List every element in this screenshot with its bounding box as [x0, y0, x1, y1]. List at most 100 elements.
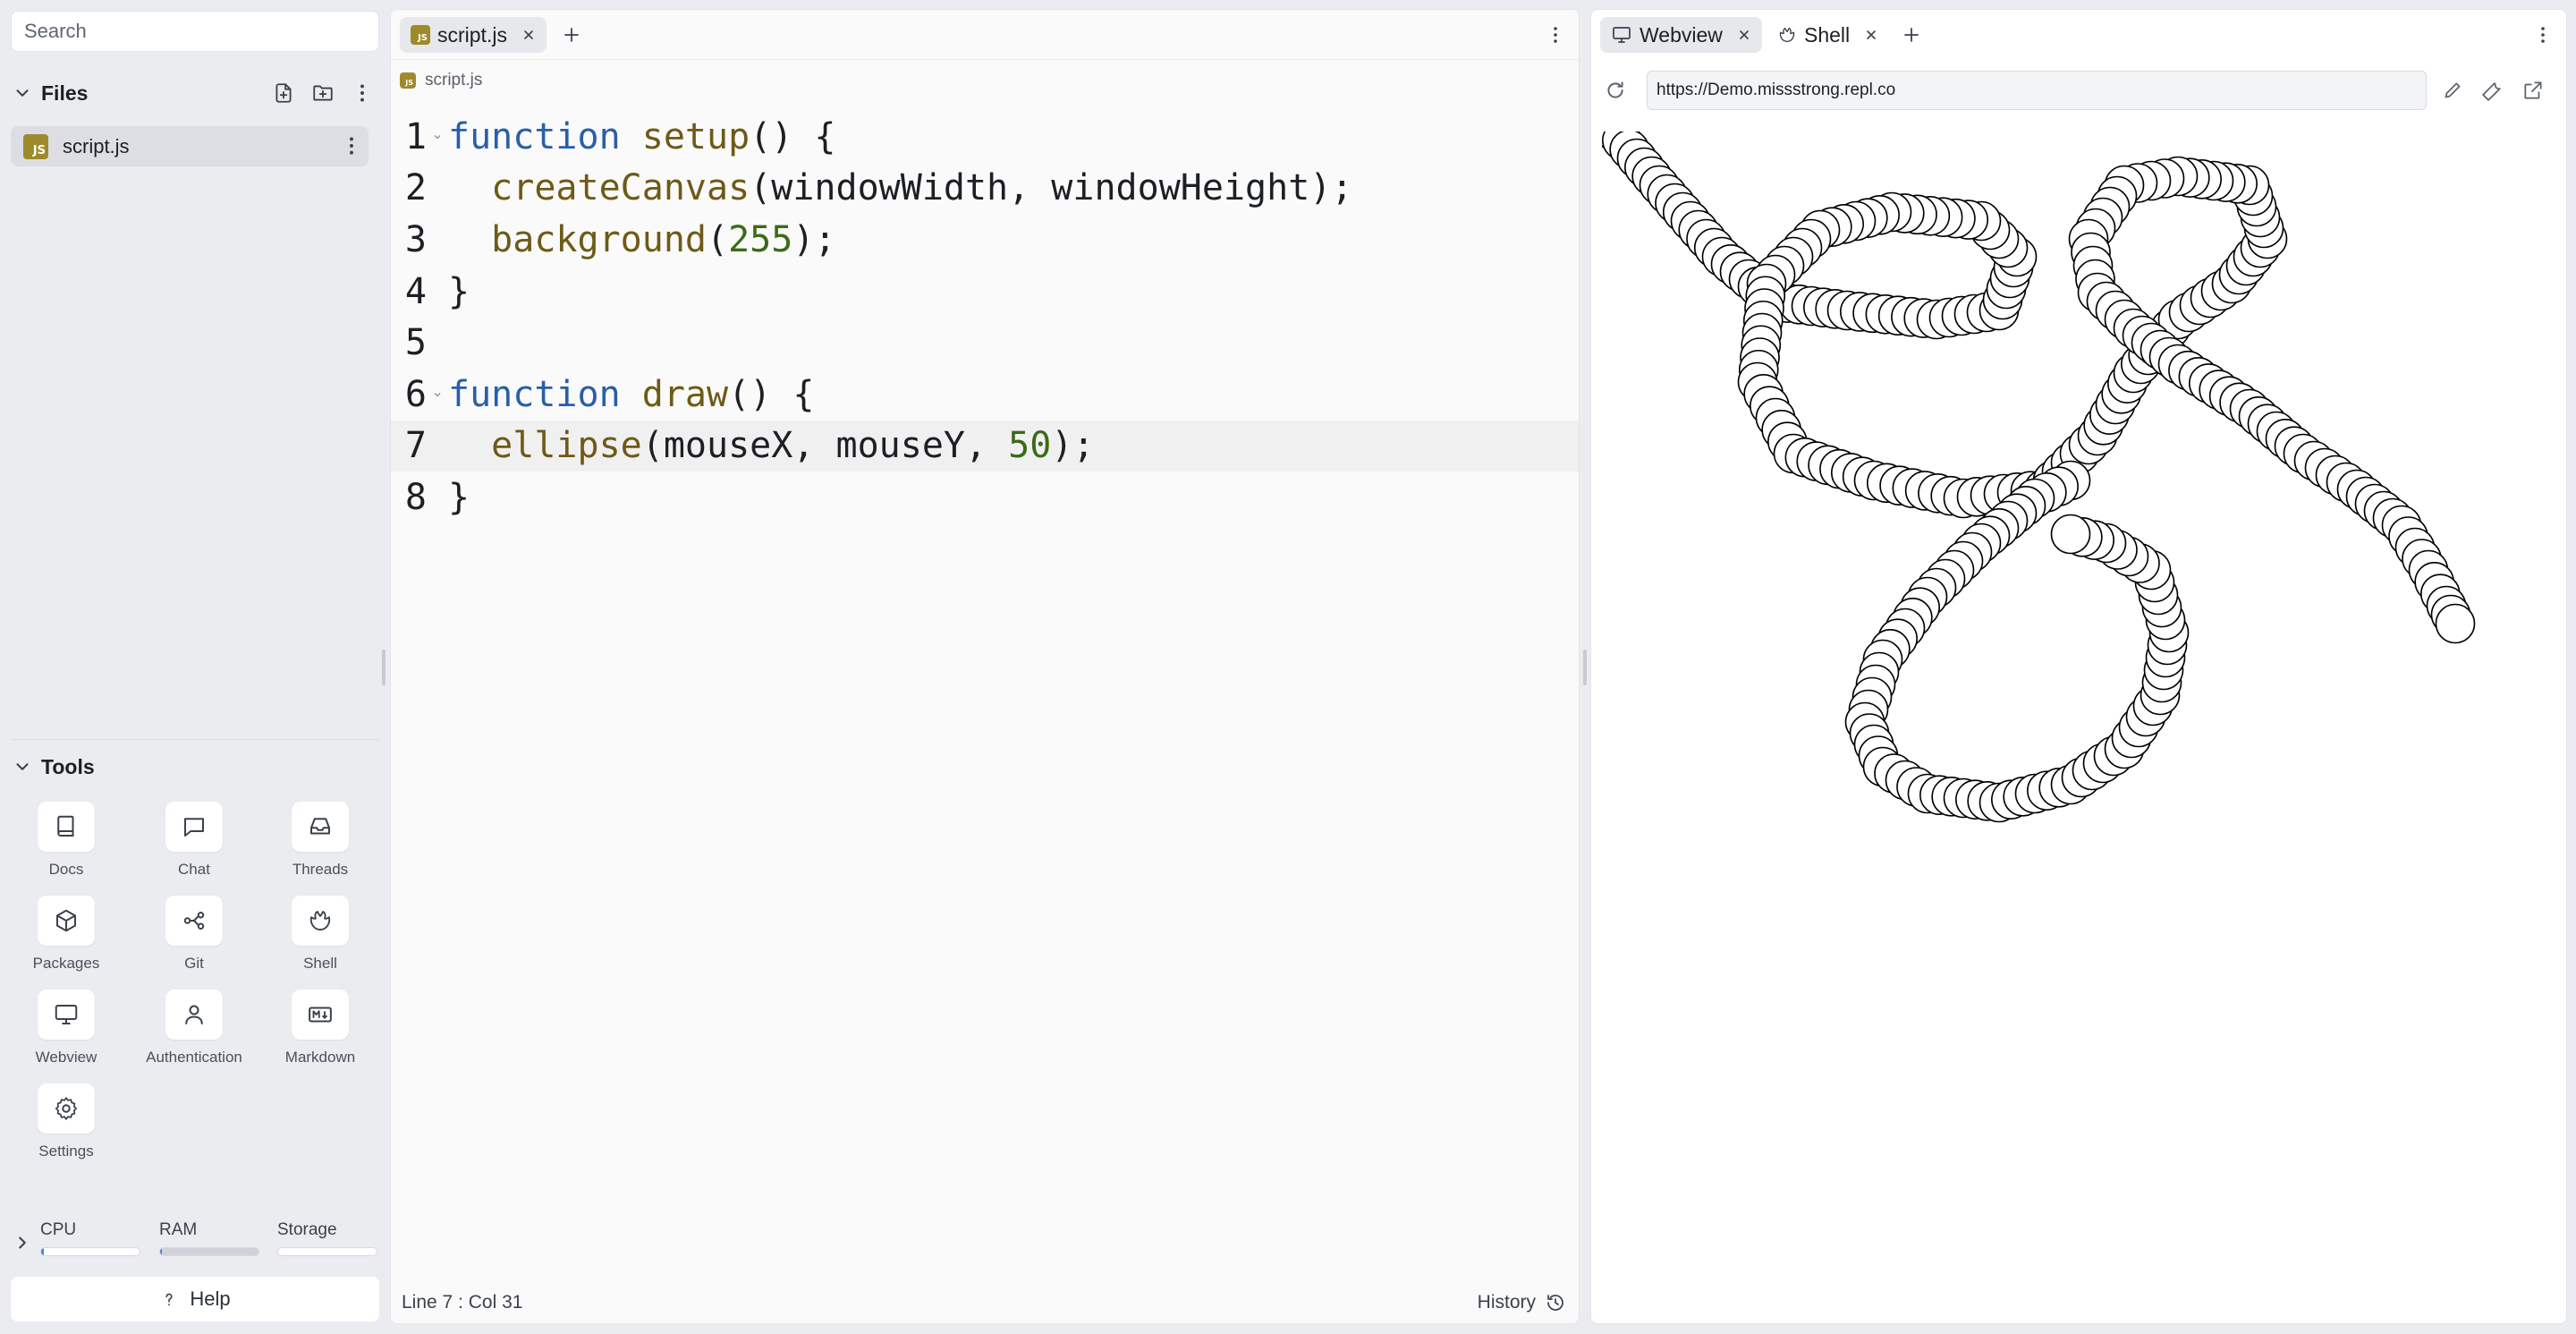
- js-file-icon: JS: [23, 133, 48, 159]
- inbox-icon: [310, 818, 330, 835]
- breadcrumb[interactable]: JS script.js: [400, 69, 482, 92]
- code-line: 6 function draw() {: [391, 369, 1579, 421]
- plus-icon[interactable]: [561, 24, 582, 46]
- external-link-icon[interactable]: [2521, 79, 2545, 102]
- close-icon[interactable]: [521, 28, 536, 42]
- tool-shell[interactable]: Shell: [253, 896, 387, 985]
- code-function-name: createCanvas: [491, 167, 750, 209]
- tool-git[interactable]: Git: [127, 896, 261, 985]
- tab-webview[interactable]: Webview: [1600, 17, 1762, 53]
- shell-icon: [1779, 27, 1795, 43]
- line-number: 4: [404, 270, 427, 312]
- more-icon[interactable]: [2532, 24, 2554, 46]
- code-editor[interactable]: 1 function setup() { 2 createCanvas(wind…: [391, 111, 1579, 523]
- pane-resize-handle[interactable]: [1583, 650, 1587, 685]
- close-icon[interactable]: [1864, 28, 1878, 42]
- line-number: 6: [404, 373, 427, 415]
- book-icon: [57, 815, 74, 837]
- wrench-icon[interactable]: [2481, 79, 2504, 102]
- tool-webview[interactable]: Webview: [0, 990, 133, 1079]
- new-folder-icon[interactable]: [311, 81, 335, 105]
- code-text: () {: [728, 373, 815, 415]
- cursor-position[interactable]: Line 7 : Col 31: [402, 1292, 522, 1313]
- package-icon: [56, 909, 76, 932]
- refresh-icon[interactable]: [1604, 79, 1627, 102]
- ellipse-mark: [2435, 603, 2476, 644]
- history-icon: [1547, 1295, 1563, 1311]
- webview-pane: Webview Shell https://Demo.missstrong.re…: [1590, 9, 2567, 1324]
- tool-settings[interactable]: Settings: [0, 1083, 133, 1173]
- search-placeholder: Search: [24, 20, 87, 42]
- cpu-bar-fill: [41, 1248, 45, 1255]
- code-text: () {: [750, 115, 836, 157]
- code-line: 4 }: [391, 266, 1579, 318]
- chat-icon: [184, 818, 204, 837]
- chevron-right-icon[interactable]: [13, 1233, 32, 1253]
- status-bar: Line 7 : Col 31 History: [391, 1282, 1579, 1323]
- close-icon[interactable]: [1737, 28, 1751, 42]
- url-bar: https://Demo.missstrong.repl.co: [1591, 71, 2566, 114]
- pencil-icon[interactable]: [2441, 79, 2464, 102]
- fold-chevron-icon[interactable]: [427, 389, 448, 400]
- tool-label: Chat: [178, 861, 210, 878]
- code-text: (windowWidth, windowHeight);: [750, 167, 1353, 209]
- code-keyword: function: [448, 115, 621, 157]
- code-text: );: [1051, 425, 1095, 467]
- tool-label: Authentication: [146, 1049, 242, 1066]
- tools-section-header[interactable]: Tools: [13, 749, 374, 785]
- tool-authentication[interactable]: Authentication: [127, 990, 261, 1079]
- tool-label: Webview: [35, 1049, 97, 1066]
- history-label: History: [1477, 1292, 1536, 1313]
- tool-label: Settings: [38, 1143, 94, 1160]
- ram-meter: RAM: [159, 1220, 259, 1256]
- tool-packages[interactable]: Packages: [0, 896, 133, 985]
- shell-icon: [309, 911, 331, 930]
- files-menu-icon[interactable]: [351, 81, 374, 105]
- file-item-script-js[interactable]: JS script.js: [11, 126, 369, 166]
- history-button[interactable]: History: [1478, 1292, 1566, 1313]
- help-label: Help: [190, 1287, 231, 1310]
- cpu-label: CPU: [40, 1220, 77, 1239]
- monitor-icon: [55, 1005, 78, 1024]
- fold-chevron-icon[interactable]: [427, 132, 448, 142]
- js-file-icon: JS: [411, 25, 430, 45]
- sidebar-resize-handle[interactable]: [382, 650, 386, 685]
- code-line: 3 background(255);: [391, 214, 1579, 266]
- help-button[interactable]: Help: [11, 1277, 379, 1321]
- tool-label: Threads: [292, 861, 349, 878]
- url-text: https://Demo.missstrong.repl.co: [1657, 81, 1896, 99]
- tool-threads[interactable]: Threads: [253, 802, 387, 891]
- files-title: Files: [41, 81, 89, 105]
- file-menu-icon[interactable]: [340, 134, 363, 157]
- markdown-icon: [309, 1007, 332, 1023]
- tab-shell[interactable]: Shell: [1767, 17, 1889, 53]
- ellipse-trail: [1602, 132, 2476, 823]
- code-function-name: setup: [641, 115, 750, 157]
- line-number: 7: [404, 425, 427, 467]
- tab-script-js[interactable]: JS script.js: [400, 17, 547, 53]
- new-file-icon[interactable]: [272, 81, 295, 105]
- more-icon[interactable]: [1545, 24, 1566, 46]
- resource-usage[interactable]: CPU RAM Storage: [13, 1220, 379, 1265]
- git-icon: [183, 912, 205, 930]
- user-icon: [185, 1005, 203, 1024]
- plus-icon[interactable]: [1901, 24, 1922, 46]
- code-function-name: draw: [641, 373, 729, 415]
- files-section-header[interactable]: Files: [13, 75, 374, 111]
- tool-markdown[interactable]: Markdown: [253, 990, 387, 1079]
- search-input[interactable]: Search: [11, 11, 379, 52]
- editor-pane: JS script.js JS script.js 1 function set…: [390, 9, 1580, 1324]
- tool-docs[interactable]: Docs: [0, 802, 133, 891]
- chevron-down-icon: [16, 763, 29, 770]
- tool-label: Docs: [48, 861, 84, 878]
- code-text: }: [448, 476, 470, 518]
- p5-canvas[interactable]: [1602, 132, 2559, 1313]
- tool-chat[interactable]: Chat: [127, 802, 261, 891]
- tool-label: Markdown: [284, 1049, 356, 1066]
- file-name: script.js: [63, 134, 130, 157]
- tab-label: Shell: [1804, 22, 1851, 47]
- ram-bar-fill: [160, 1248, 163, 1255]
- line-number: 3: [404, 218, 427, 260]
- url-input[interactable]: https://Demo.missstrong.repl.co: [1647, 71, 2427, 110]
- code-line: 5: [391, 317, 1579, 369]
